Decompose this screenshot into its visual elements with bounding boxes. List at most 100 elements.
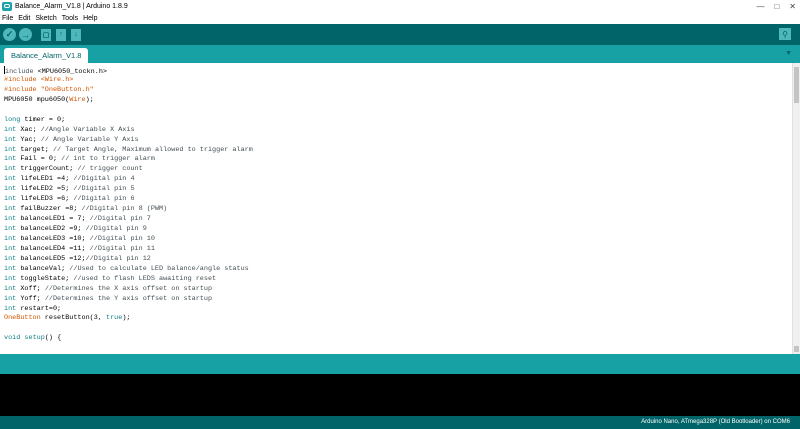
code-line[interactable]: int balanceLED1 = 7; //Digital pin 7 xyxy=(4,215,792,225)
code-line[interactable]: int balanceLED5 =12;//Digital pin 12 xyxy=(4,255,792,265)
tab-menu-icon[interactable]: ▼ xyxy=(785,50,792,57)
code-line[interactable] xyxy=(4,324,792,334)
code-token: <MPU6050_tockn.h> xyxy=(37,68,107,76)
menu-file[interactable]: File xyxy=(2,13,13,24)
code-token: //Digital pin 12 xyxy=(85,254,151,263)
code-token: toggleState; xyxy=(16,274,74,283)
code-line[interactable]: OneButton resetButton(3, true); xyxy=(4,314,792,324)
code-token: //Angle Variable X Axis xyxy=(40,125,135,134)
console-output[interactable] xyxy=(0,374,800,416)
code-line[interactable]: int balanceLED4 =11; //Digital pin 11 xyxy=(4,245,792,255)
code-token: //used to flash LEDS awaiting reset xyxy=(73,274,217,283)
code-token: // Target Angle, Maximum allowed to trig… xyxy=(52,145,253,154)
code-line[interactable]: #include <Wire.h> xyxy=(4,76,792,86)
menu-edit[interactable]: Edit xyxy=(18,13,30,24)
code-token: restart=0; xyxy=(16,304,62,313)
code-token: MPU6050 mpu6050( xyxy=(4,95,70,104)
code-line[interactable]: int restart=0; xyxy=(4,305,792,315)
code-token: failBuzzer =8; xyxy=(16,205,82,214)
code-token: int xyxy=(4,284,17,293)
code-token: int xyxy=(4,264,17,273)
code-token: include xyxy=(5,68,38,76)
code-editor[interactable]: include <MPU6050_tockn.h> #include <Wire.… xyxy=(0,63,792,354)
code-token: balanceLED4 =11; xyxy=(16,244,90,253)
magnifier-icon: ⚲ xyxy=(782,29,788,39)
code-line[interactable]: int triggerCount; // trigger count xyxy=(4,165,792,175)
code-token: triggerCount; xyxy=(16,165,78,174)
code-token: #include xyxy=(4,85,41,94)
scrollbar-down-arrow[interactable] xyxy=(794,346,799,352)
code-token: Xoff; xyxy=(16,284,45,293)
code-line[interactable]: int lifeLED2 =5; //Digital pin 5 xyxy=(4,185,792,195)
code-token: int xyxy=(4,205,17,214)
verify-button[interactable]: ✓ xyxy=(3,28,16,41)
code-token: true xyxy=(105,314,123,323)
code-token: ); xyxy=(122,314,131,323)
code-line[interactable] xyxy=(4,106,792,116)
code-line[interactable]: int failBuzzer =8; //Digital pin 8 (PWM) xyxy=(4,205,792,215)
code-token: int xyxy=(4,165,17,174)
code-line[interactable]: int balanceLED2 =9; //Digital pin 9 xyxy=(4,225,792,235)
menu-tools[interactable]: Tools xyxy=(62,13,78,24)
code-token: Wire xyxy=(69,95,86,104)
code-line[interactable]: MPU6050 mpu6050(Wire); xyxy=(4,96,792,106)
code-line[interactable]: int Xoff; //Determines the X axis offset… xyxy=(4,285,792,295)
code-line[interactable]: long timer = 0; xyxy=(4,116,792,126)
code-line[interactable]: int Yac; // Angle Variable Y Axis xyxy=(4,136,792,146)
tab-bar: Balance_Alarm_V1.8 ▼ xyxy=(0,45,800,63)
code-token: int xyxy=(4,195,17,204)
code-token: // int to trigger alarm xyxy=(61,155,155,164)
menu-help[interactable]: Help xyxy=(83,13,97,24)
code-token: int xyxy=(4,274,17,283)
code-token: timer = 0; xyxy=(20,115,66,124)
code-token: Xac; xyxy=(16,125,41,134)
code-line[interactable]: int target; // Target Angle, Maximum all… xyxy=(4,146,792,156)
code-line[interactable]: void setup() { xyxy=(4,334,792,344)
open-button[interactable]: ↑ xyxy=(56,28,66,41)
code-token: //Digital pin 10 xyxy=(89,234,155,243)
code-token: int xyxy=(4,225,17,233)
arrow-right-icon: → xyxy=(21,29,30,40)
code-line[interactable]: int Fail = 0; // int to trigger alarm xyxy=(4,155,792,165)
code-token: int xyxy=(4,254,17,263)
code-token: balanceVal; xyxy=(16,264,70,273)
code-text[interactable]: include <MPU6050_tockn.h> #include <Wire.… xyxy=(0,63,792,344)
new-button[interactable]: ▢ xyxy=(41,28,51,41)
scrollbar-thumb[interactable] xyxy=(794,67,799,103)
code-token: Fail = 0; xyxy=(16,155,62,164)
new-file-icon: ▢ xyxy=(42,31,50,39)
code-token: long xyxy=(4,115,21,124)
code-token: //Digital pin 5 xyxy=(73,185,135,194)
menu-sketch[interactable]: Sketch xyxy=(35,13,56,24)
code-line[interactable]: int Xac; //Angle Variable X Axis xyxy=(4,126,792,136)
code-line[interactable]: int lifeLED1 =4; //Digital pin 4 xyxy=(4,175,792,185)
code-token: lifeLED1 =4; xyxy=(16,175,74,184)
vertical-scrollbar[interactable] xyxy=(792,63,800,354)
code-token: //Determines the X axis offset on startu… xyxy=(44,284,213,293)
code-line[interactable]: #include "OneButton.h" xyxy=(4,86,792,96)
upload-button[interactable]: → xyxy=(19,28,32,41)
menu-bar: File Edit Sketch Tools Help xyxy=(0,13,800,24)
check-icon: ✓ xyxy=(5,29,14,39)
code-token: ); xyxy=(85,95,94,104)
code-token: //Determines the Y axis offset on startu… xyxy=(44,294,213,303)
code-token: Yac; xyxy=(16,135,41,144)
code-token: balanceLED2 =9; xyxy=(16,225,86,233)
maximize-button[interactable]: □ xyxy=(774,0,779,13)
code-line[interactable]: include <MPU6050_tockn.h> xyxy=(4,66,792,76)
minimize-button[interactable]: — xyxy=(756,0,764,13)
code-line[interactable]: int balanceLED3 =10; //Digital pin 10 xyxy=(4,235,792,245)
window-title: Balance_Alarm_V1.8 | Arduino 1.8.9 xyxy=(15,3,128,10)
code-token: //Digital pin 4 xyxy=(73,175,135,184)
close-button[interactable]: ✕ xyxy=(789,0,796,13)
code-token: int xyxy=(4,135,17,144)
code-line[interactable]: int toggleState; //used to flash LEDS aw… xyxy=(4,275,792,285)
code-line[interactable]: int balanceVal; //Used to calculate LED … xyxy=(4,265,792,275)
tab-balance-alarm[interactable]: Balance_Alarm_V1.8 xyxy=(4,48,89,63)
save-button[interactable]: ↓ xyxy=(71,28,81,41)
board-info: Arduino Nano, ATmega328P (Old Bootloader… xyxy=(641,419,790,425)
code-line[interactable]: int Yoff; //Determines the Y axis offset… xyxy=(4,295,792,305)
code-line[interactable]: int lifeLED3 =6; //Digital pin 6 xyxy=(4,195,792,205)
serial-monitor-button[interactable]: ⚲ xyxy=(779,28,791,40)
code-token: //Digital pin 8 (PWM) xyxy=(81,205,168,214)
